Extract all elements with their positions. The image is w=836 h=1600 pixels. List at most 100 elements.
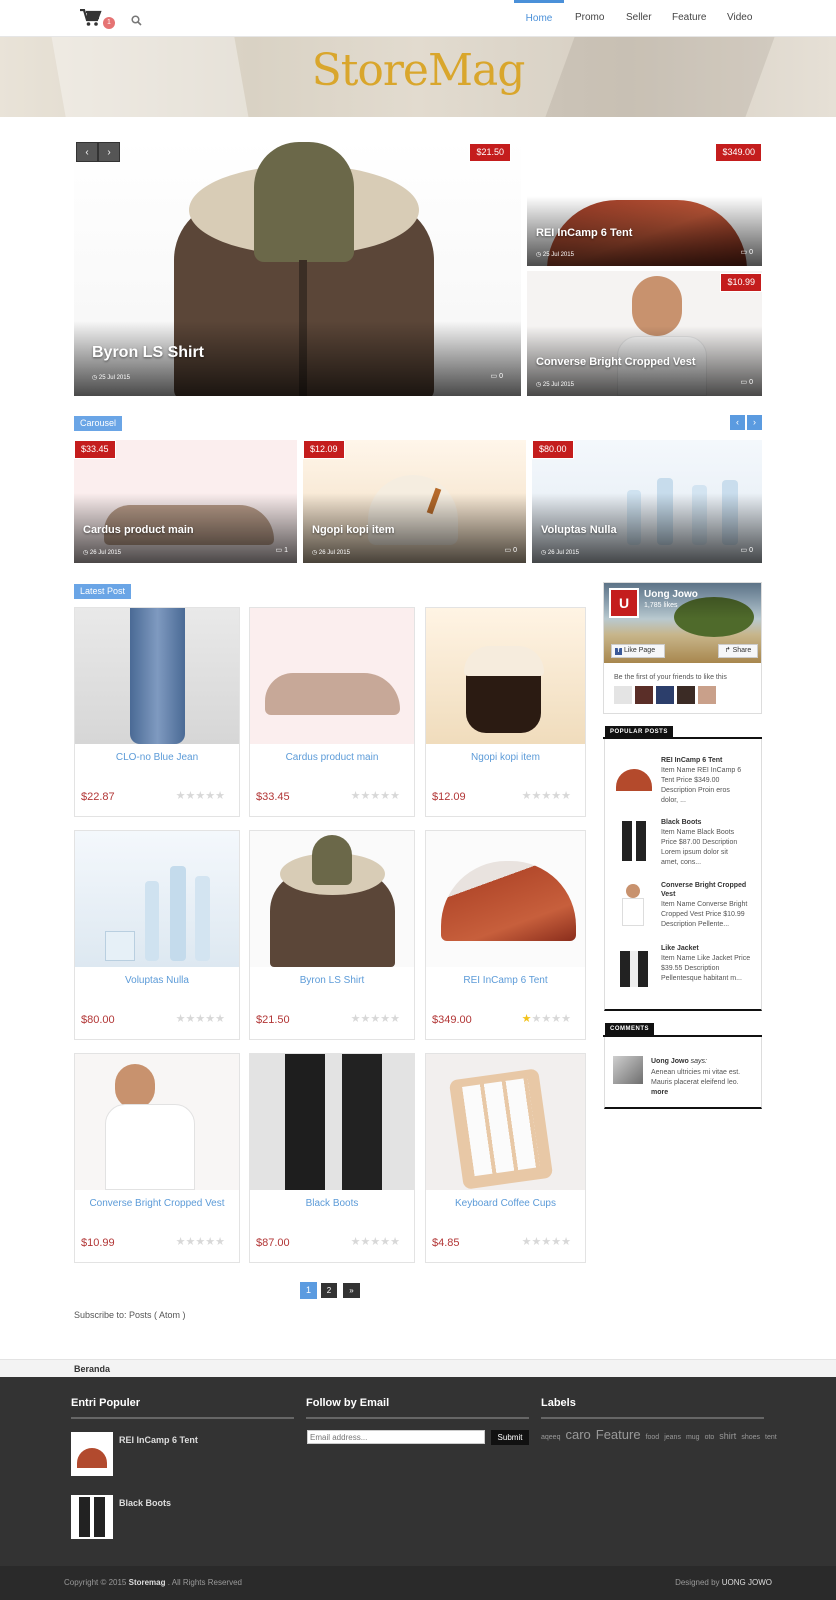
popular-post-thumb[interactable] bbox=[614, 821, 654, 865]
product-image[interactable] bbox=[75, 608, 239, 744]
copyright-brand[interactable]: Storemag bbox=[129, 1578, 166, 1587]
label-link-tent[interactable]: tent bbox=[765, 1434, 777, 1441]
entri-title[interactable]: Black Boots bbox=[119, 1498, 171, 1508]
entri-thumb-boots[interactable] bbox=[71, 1495, 113, 1539]
star-icon[interactable]: ★ bbox=[551, 1013, 561, 1025]
breadcrumb-home[interactable]: Beranda bbox=[74, 1364, 110, 1374]
product-rating-stars[interactable]: ★★★★★ bbox=[176, 789, 225, 802]
star-icon[interactable]: ★ bbox=[361, 790, 371, 802]
star-icon[interactable]: ★ bbox=[541, 790, 551, 802]
product-card[interactable]: Voluptas Nulla $80.00 ★★★★★ bbox=[74, 830, 240, 1040]
facebook-page-avatar[interactable]: U bbox=[609, 588, 639, 618]
star-icon[interactable]: ★ bbox=[205, 790, 215, 802]
page-button-1[interactable]: 1 bbox=[300, 1282, 317, 1299]
product-name[interactable]: CLO-no Blue Jean bbox=[75, 752, 239, 763]
carousel-item-title[interactable]: Voluptas Nulla bbox=[541, 524, 617, 536]
popular-post-title[interactable]: Like Jacket bbox=[661, 944, 756, 953]
carousel-item[interactable]: $12.09 Ngopi kopi item ◷ 26 Jul 2015 ▭ 0 bbox=[303, 440, 526, 563]
star-icon[interactable]: ★ bbox=[215, 790, 225, 802]
product-card[interactable]: CLO-no Blue Jean $22.87 ★★★★★ bbox=[74, 607, 240, 817]
star-icon[interactable]: ★ bbox=[351, 790, 361, 802]
star-icon[interactable]: ★ bbox=[176, 1013, 186, 1025]
star-icon[interactable]: ★ bbox=[215, 1236, 225, 1248]
nav-promo[interactable]: Promo bbox=[575, 0, 604, 36]
email-submit-button[interactable]: Submit bbox=[491, 1430, 529, 1445]
product-rating-stars[interactable]: ★★★★★ bbox=[176, 1012, 225, 1025]
product-name[interactable]: Black Boots bbox=[250, 1198, 414, 1209]
star-icon[interactable]: ★ bbox=[522, 1013, 532, 1025]
star-icon[interactable]: ★ bbox=[380, 1236, 390, 1248]
star-icon[interactable]: ★ bbox=[215, 1013, 225, 1025]
page-next-button[interactable]: » bbox=[343, 1283, 360, 1298]
star-icon[interactable]: ★ bbox=[205, 1236, 215, 1248]
product-rating-stars[interactable]: ★★★★★ bbox=[351, 1235, 400, 1248]
star-icon[interactable]: ★ bbox=[195, 790, 205, 802]
carousel-item-title[interactable]: Ngopi kopi item bbox=[312, 524, 395, 536]
star-icon[interactable]: ★ bbox=[205, 1013, 215, 1025]
popular-post-title[interactable]: Black Boots bbox=[661, 818, 756, 827]
facebook-page-name[interactable]: Uong Jowo bbox=[644, 589, 698, 600]
product-rating-stars[interactable]: ★★★★★ bbox=[522, 1235, 571, 1248]
star-icon[interactable]: ★ bbox=[370, 1236, 380, 1248]
label-link-caro[interactable]: caro bbox=[565, 1427, 590, 1442]
popular-post-title[interactable]: Converse Bright Cropped Vest bbox=[661, 881, 756, 899]
popular-post-thumb[interactable] bbox=[614, 947, 654, 991]
star-icon[interactable]: ★ bbox=[561, 1236, 571, 1248]
star-icon[interactable]: ★ bbox=[176, 790, 186, 802]
star-icon[interactable]: ★ bbox=[186, 1236, 196, 1248]
product-name[interactable]: Byron LS Shirt bbox=[250, 975, 414, 986]
label-link-aqeeq[interactable]: aqeeq bbox=[541, 1434, 560, 1441]
slide-side-tent[interactable]: $349.00 REI InCamp 6 Tent ◷ 25 Jul 2015 … bbox=[527, 140, 762, 266]
product-card[interactable]: Cardus product main $33.45 ★★★★★ bbox=[249, 607, 415, 817]
star-icon[interactable]: ★ bbox=[390, 790, 400, 802]
product-rating-stars[interactable]: ★★★★★ bbox=[522, 789, 571, 802]
star-icon[interactable]: ★ bbox=[351, 1013, 361, 1025]
popular-post-title[interactable]: REI InCamp 6 Tent bbox=[661, 756, 756, 765]
star-icon[interactable]: ★ bbox=[390, 1236, 400, 1248]
carousel-prev-button[interactable]: ‹ bbox=[730, 415, 745, 430]
product-rating-stars[interactable]: ★★★★★ bbox=[351, 1012, 400, 1025]
product-image[interactable] bbox=[250, 608, 414, 744]
product-image[interactable] bbox=[426, 608, 585, 744]
star-icon[interactable]: ★ bbox=[532, 1013, 542, 1025]
product-card[interactable]: Converse Bright Cropped Vest $10.99 ★★★★★ bbox=[74, 1053, 240, 1263]
star-icon[interactable]: ★ bbox=[195, 1013, 205, 1025]
slide-title[interactable]: REI InCamp 6 Tent bbox=[536, 227, 632, 239]
star-icon[interactable]: ★ bbox=[195, 1236, 205, 1248]
product-name[interactable]: Converse Bright Cropped Vest bbox=[75, 1198, 239, 1209]
product-rating-stars[interactable]: ★★★★★ bbox=[351, 789, 400, 802]
product-name[interactable]: Keyboard Coffee Cups bbox=[426, 1198, 585, 1209]
carousel-item[interactable]: $33.45 Cardus product main ◷ 26 Jul 2015… bbox=[74, 440, 297, 563]
product-card[interactable]: Byron LS Shirt $21.50 ★★★★★ bbox=[249, 830, 415, 1040]
star-icon[interactable]: ★ bbox=[541, 1236, 551, 1248]
facebook-like-button[interactable]: f Like Page bbox=[611, 644, 665, 658]
star-icon[interactable]: ★ bbox=[551, 1236, 561, 1248]
product-image[interactable] bbox=[426, 831, 585, 967]
star-icon[interactable]: ★ bbox=[370, 790, 380, 802]
slide-title[interactable]: Converse Bright Cropped Vest bbox=[536, 356, 696, 368]
label-link-feature[interactable]: Feature bbox=[596, 1427, 641, 1442]
search-icon[interactable] bbox=[131, 13, 142, 26]
star-icon[interactable]: ★ bbox=[361, 1013, 371, 1025]
star-icon[interactable]: ★ bbox=[551, 790, 561, 802]
product-image[interactable] bbox=[75, 831, 239, 967]
product-rating-stars[interactable]: ★★★★★ bbox=[176, 1235, 225, 1248]
label-link-shoes[interactable]: shoes bbox=[741, 1434, 760, 1441]
carousel-item[interactable]: $80.00 Voluptas Nulla ◷ 26 Jul 2015 ▭ 0 bbox=[532, 440, 762, 563]
star-icon[interactable]: ★ bbox=[532, 790, 542, 802]
star-icon[interactable]: ★ bbox=[532, 1236, 542, 1248]
email-input[interactable] bbox=[307, 1430, 485, 1444]
star-icon[interactable]: ★ bbox=[361, 1236, 371, 1248]
entri-title[interactable]: REI InCamp 6 Tent bbox=[119, 1435, 198, 1445]
product-card[interactable]: REI InCamp 6 Tent $349.00 ★★★★★ bbox=[425, 830, 586, 1040]
slide-title[interactable]: Byron LS Shirt bbox=[92, 344, 204, 362]
slide-main[interactable]: ‹ › $21.50 Byron LS Shirt ◷ 25 Jul 2015 … bbox=[74, 140, 521, 396]
product-name[interactable]: Cardus product main bbox=[250, 752, 414, 763]
cart-icon[interactable] bbox=[80, 8, 102, 27]
product-name[interactable]: Ngopi kopi item bbox=[426, 752, 585, 763]
product-image[interactable] bbox=[250, 831, 414, 967]
facebook-share-button[interactable]: ↱ Share bbox=[718, 644, 758, 658]
page-button-2[interactable]: 2 bbox=[321, 1283, 337, 1298]
star-icon[interactable]: ★ bbox=[370, 1013, 380, 1025]
product-name[interactable]: REI InCamp 6 Tent bbox=[426, 975, 585, 986]
